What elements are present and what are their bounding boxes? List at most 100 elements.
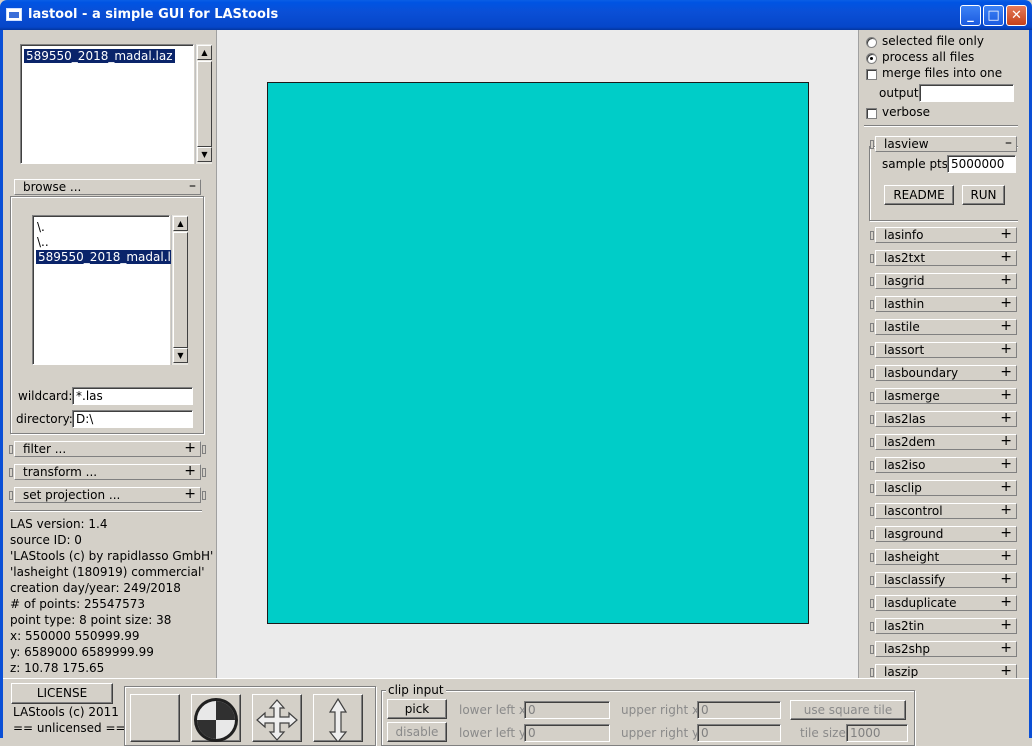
scroll-down-icon[interactable]: ▼: [197, 147, 212, 162]
title-bar[interactable]: lastool - a simple GUI for LAStools _ □ …: [0, 0, 1032, 30]
expand-icon[interactable]: +: [1000, 250, 1012, 265]
tool-section-las2dem[interactable]: las2dem +: [870, 434, 1022, 450]
lasview-section-header[interactable]: lasview –: [870, 136, 1022, 152]
scroll-up-icon[interactable]: ▲: [173, 216, 188, 231]
dir-list-scrollbar[interactable]: ▲ ▼: [171, 215, 188, 365]
clip-input-title: clip input: [386, 683, 446, 697]
info-x-range: x: 550000 550999.99: [10, 629, 140, 643]
tool-section-las2txt[interactable]: las2txt +: [870, 250, 1022, 266]
merge-checkbox[interactable]: [866, 69, 877, 80]
expand-icon[interactable]: +: [1000, 664, 1012, 679]
expand-icon[interactable]: +: [184, 441, 196, 456]
tool-section-las2shp[interactable]: las2shp +: [870, 641, 1022, 657]
expand-icon[interactable]: +: [1000, 526, 1012, 541]
tool-label: lasduplicate: [884, 596, 957, 610]
copyright-text: LAStools (c) 2011: [13, 705, 119, 719]
scroll-thumb[interactable]: [173, 232, 188, 348]
expand-icon[interactable]: +: [1000, 319, 1012, 334]
dir-list-item[interactable]: \..: [37, 235, 49, 249]
tool-section-lasclassify[interactable]: lasclassify +: [870, 572, 1022, 588]
file-list-scrollbar[interactable]: ▲ ▼: [195, 44, 212, 164]
scroll-up-icon[interactable]: ▲: [197, 45, 212, 60]
expand-icon[interactable]: +: [1000, 296, 1012, 311]
directory-input[interactable]: D:\: [72, 410, 193, 428]
expand-icon[interactable]: +: [1000, 365, 1012, 380]
collapse-icon[interactable]: –: [1005, 136, 1012, 151]
tool-section-las2las[interactable]: las2las +: [870, 411, 1022, 427]
expand-icon[interactable]: +: [1000, 411, 1012, 426]
transform-section-header[interactable]: transform ... +: [9, 464, 206, 480]
tool-section-lasheight[interactable]: lasheight +: [870, 549, 1022, 565]
tool-section-lasduplicate[interactable]: lasduplicate +: [870, 595, 1022, 611]
pick-button[interactable]: pick: [387, 699, 447, 719]
tool-section-lascontrol[interactable]: lascontrol +: [870, 503, 1022, 519]
zoom-button[interactable]: [313, 694, 363, 742]
expand-icon[interactable]: +: [1000, 480, 1012, 495]
tool-section-lasclip[interactable]: lasclip +: [870, 480, 1022, 496]
upper-right-y-input[interactable]: 0: [697, 724, 781, 742]
tool-section-lasgrid[interactable]: lasgrid +: [870, 273, 1022, 289]
output-input[interactable]: [919, 84, 1014, 102]
dir-list-item[interactable]: 589550_2018_madal.l: [36, 250, 173, 264]
file-listbox[interactable]: 589550_2018_madal.laz: [20, 44, 194, 164]
readme-button[interactable]: README: [884, 185, 954, 205]
tool-section-las2iso[interactable]: las2iso +: [870, 457, 1022, 473]
expand-icon[interactable]: +: [1000, 595, 1012, 610]
pan-button[interactable]: [252, 694, 302, 742]
scroll-down-icon[interactable]: ▼: [173, 348, 188, 363]
zoom-arrow-icon: [328, 697, 348, 742]
tool-section-lasground[interactable]: lasground +: [870, 526, 1022, 542]
expand-icon[interactable]: +: [1000, 434, 1012, 449]
tool-label: lasinfo: [884, 228, 924, 242]
expand-icon[interactable]: +: [1000, 457, 1012, 472]
sample-pts-input[interactable]: 5000000: [947, 155, 1016, 173]
close-button[interactable]: ✕: [1006, 5, 1027, 26]
info-points: # of points: 25547573: [10, 597, 146, 611]
expand-icon[interactable]: +: [1000, 641, 1012, 656]
radio-selected-only[interactable]: [866, 37, 877, 48]
browse-section-header[interactable]: browse ... –: [14, 179, 201, 195]
tool-section-lasinfo[interactable]: lasinfo +: [870, 227, 1022, 243]
maximize-button[interactable]: □: [983, 5, 1004, 26]
expand-icon[interactable]: +: [1000, 273, 1012, 288]
verbose-checkbox[interactable]: [866, 108, 877, 119]
radio-process-all[interactable]: [866, 53, 877, 64]
file-list-item[interactable]: 589550_2018_madal.laz: [24, 49, 175, 63]
directory-listbox[interactable]: \. \.. 589550_2018_madal.l: [32, 215, 173, 365]
expand-icon[interactable]: +: [1000, 618, 1012, 633]
expand-icon[interactable]: +: [1000, 342, 1012, 357]
expand-icon[interactable]: +: [1000, 572, 1012, 587]
tool-section-lasboundary[interactable]: lasboundary +: [870, 365, 1022, 381]
view-area[interactable]: [216, 30, 859, 678]
tool-section-lastile[interactable]: lastile +: [870, 319, 1022, 335]
projection-section-header[interactable]: set projection ... +: [9, 487, 206, 503]
tool-section-lasthin[interactable]: lasthin +: [870, 296, 1022, 312]
expand-icon[interactable]: +: [1000, 388, 1012, 403]
expand-icon[interactable]: +: [1000, 549, 1012, 564]
scroll-thumb[interactable]: [197, 61, 212, 147]
tool-section-las2tin[interactable]: las2tin +: [870, 618, 1022, 634]
run-button[interactable]: RUN: [962, 185, 1005, 205]
wildcard-input[interactable]: *.las: [72, 387, 193, 405]
minimize-button[interactable]: _: [960, 5, 981, 26]
point-cloud-canvas[interactable]: [267, 82, 809, 624]
filter-section-header[interactable]: filter ... +: [9, 441, 206, 457]
rotate-button[interactable]: [191, 694, 241, 742]
disable-button[interactable]: disable: [387, 722, 447, 742]
license-button[interactable]: LICENSE: [11, 683, 113, 704]
lower-left-x-input[interactable]: 0: [524, 701, 610, 719]
expand-icon[interactable]: +: [1000, 227, 1012, 242]
tile-size-input[interactable]: 1000: [846, 724, 908, 742]
square-tile-button[interactable]: use square tile: [790, 700, 906, 720]
collapse-icon[interactable]: –: [189, 179, 196, 194]
expand-icon[interactable]: +: [184, 487, 196, 502]
tool-label: las2tin: [884, 619, 925, 633]
tool-section-lassort[interactable]: lassort +: [870, 342, 1022, 358]
upper-right-x-input[interactable]: 0: [697, 701, 781, 719]
lower-left-y-input[interactable]: 0: [524, 724, 610, 742]
expand-icon[interactable]: +: [1000, 503, 1012, 518]
view-blank-button[interactable]: [130, 694, 180, 742]
tool-section-lasmerge[interactable]: lasmerge +: [870, 388, 1022, 404]
dir-list-item[interactable]: \.: [37, 220, 45, 234]
expand-icon[interactable]: +: [184, 464, 196, 479]
